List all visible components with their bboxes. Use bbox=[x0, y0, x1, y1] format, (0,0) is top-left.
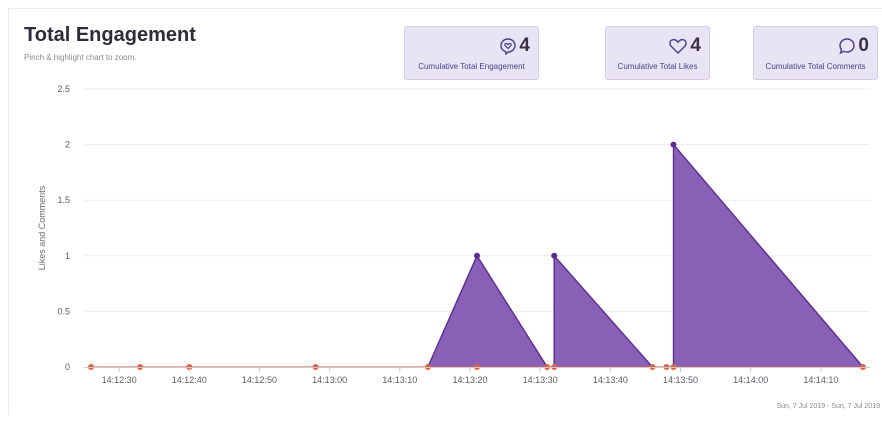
y-tick-label: 0 bbox=[65, 362, 70, 372]
y-tick-label: 0.5 bbox=[57, 306, 70, 316]
x-tick-label: 14:13:40 bbox=[593, 375, 628, 385]
y-tick-label: 2.5 bbox=[57, 84, 70, 94]
x-tick-label: 14:14:00 bbox=[733, 375, 768, 385]
likes-peak-point bbox=[474, 252, 480, 259]
x-tick-label: 14:12:50 bbox=[242, 375, 277, 385]
y-tick-label: 1 bbox=[65, 251, 70, 261]
x-tick-label: 14:13:30 bbox=[523, 375, 558, 385]
likes-peak-point bbox=[670, 141, 677, 148]
x-tick-label: 14:12:30 bbox=[102, 375, 137, 385]
x-tick-label: 14:13:20 bbox=[452, 375, 487, 385]
y-tick-label: 2 bbox=[65, 140, 70, 150]
date-range: Sun, 7 Jul 2019 - Sun, 7 Jul 2019 bbox=[776, 403, 880, 410]
x-tick-label: 14:13:00 bbox=[312, 375, 347, 385]
x-tick-label: 14:13:50 bbox=[663, 375, 698, 385]
x-tick-label: 14:13:10 bbox=[382, 375, 417, 385]
y-tick-label: 1.5 bbox=[57, 195, 70, 205]
engagement-chart[interactable]: 0 0.5 1 1.5 2 2.5 14:12:30 14:12:40 14:12:50 14:1… bbox=[0, 0, 882, 423]
y-axis-label: Likes and Comments bbox=[37, 185, 47, 270]
x-tick-label: 14:12:40 bbox=[172, 375, 207, 385]
x-tick-label: 14:14:10 bbox=[803, 375, 838, 385]
likes-peak-point bbox=[551, 252, 558, 259]
